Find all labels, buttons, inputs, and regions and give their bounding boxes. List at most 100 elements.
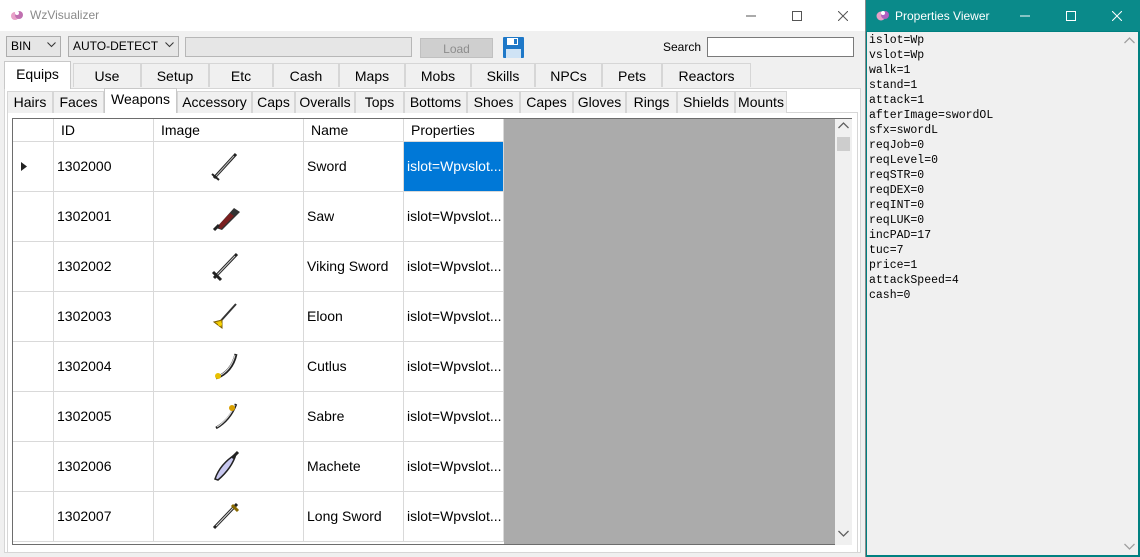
scrollbar-thumb[interactable] — [837, 137, 850, 151]
row-header[interactable] — [13, 342, 54, 392]
properties-scrollbar[interactable] — [1121, 32, 1138, 555]
tab-etc[interactable]: Etc — [209, 63, 273, 87]
cell-image[interactable] — [154, 392, 304, 442]
subtab-shields[interactable]: Shields — [677, 91, 735, 113]
cell-properties-text: islot=Wpvslot... — [407, 158, 502, 174]
tab-reactors[interactable]: Reactors — [662, 63, 751, 87]
cell-name[interactable]: Saw — [304, 192, 404, 242]
property-line: attackSpeed=4 — [869, 274, 959, 287]
cell-id[interactable]: 1302003 — [54, 292, 154, 342]
tab-maps[interactable]: Maps — [339, 63, 405, 87]
tab-npcs[interactable]: NPCs — [535, 63, 602, 87]
tab-cash[interactable]: Cash — [273, 63, 339, 87]
subtab-capes[interactable]: Capes — [520, 91, 573, 113]
table-row[interactable]: 1302004 Cutlus islot=Wpvslot... — [13, 342, 504, 392]
cell-id[interactable]: 1302002 — [54, 242, 154, 292]
table-row[interactable]: 1302000 Sword islot=Wpvslot... — [13, 142, 504, 192]
scroll-down-icon[interactable] — [1124, 543, 1135, 550]
row-header[interactable] — [13, 242, 54, 292]
table-row[interactable]: 1302001 Saw islot=Wpvslot... — [13, 192, 504, 242]
cell-image[interactable] — [154, 492, 304, 542]
scroll-down-icon[interactable] — [838, 530, 849, 537]
tab-skills[interactable]: Skills — [471, 63, 535, 87]
cell-image[interactable] — [154, 292, 304, 342]
cell-properties[interactable]: islot=Wpvslot... — [404, 492, 504, 542]
subtab-bottoms[interactable]: Bottoms — [404, 91, 467, 113]
cell-properties[interactable]: islot=Wpvslot... — [404, 342, 504, 392]
cell-id[interactable]: 1302006 — [54, 442, 154, 492]
cell-name[interactable]: Long Sword — [304, 492, 404, 542]
row-header[interactable] — [13, 492, 54, 542]
subtab-faces[interactable]: Faces — [53, 91, 104, 113]
scroll-up-icon[interactable] — [1124, 37, 1135, 44]
maximize-button[interactable] — [774, 0, 820, 31]
row-header[interactable] — [13, 192, 54, 242]
subtab-tops[interactable]: Tops — [355, 91, 404, 113]
cell-name[interactable]: Sword — [304, 142, 404, 192]
tab-mobs[interactable]: Mobs — [405, 63, 471, 87]
minimize-button[interactable] — [728, 0, 774, 31]
table-row[interactable]: 1302006 Machete islot=Wpvslot... — [13, 442, 504, 492]
close-button[interactable] — [820, 0, 865, 31]
properties-minimize-button[interactable] — [1002, 0, 1048, 31]
row-header[interactable] — [13, 392, 54, 442]
load-button[interactable]: Load — [420, 38, 493, 58]
tab-pets[interactable]: Pets — [602, 63, 662, 87]
subtab-shoes[interactable]: Shoes — [467, 91, 520, 113]
row-header[interactable] — [13, 442, 54, 492]
table-row[interactable]: 1302002 Viking Sword islot=Wpvslot... — [13, 242, 504, 292]
table-row[interactable]: 1302005 Sabre islot=Wpvslot... — [13, 392, 504, 442]
properties-close-button[interactable] — [1094, 0, 1140, 31]
cell-properties[interactable]: islot=Wpvslot... — [404, 392, 504, 442]
cell-image[interactable] — [154, 142, 304, 192]
version-select[interactable]: AUTO-DETECT — [68, 36, 179, 57]
tab-setup[interactable]: Setup — [141, 63, 209, 87]
cell-name[interactable]: Viking Sword — [304, 242, 404, 292]
cell-name[interactable]: Cutlus — [304, 342, 404, 392]
scroll-up-icon[interactable] — [838, 122, 849, 129]
cell-name[interactable]: Eloon — [304, 292, 404, 342]
cell-id[interactable]: 1302007 — [54, 492, 154, 542]
cell-properties[interactable]: islot=Wpvslot... — [404, 292, 504, 342]
cell-name[interactable]: Sabre — [304, 392, 404, 442]
cell-image[interactable] — [154, 442, 304, 492]
subtab-gloves[interactable]: Gloves — [573, 91, 626, 113]
cell-id[interactable]: 1302004 — [54, 342, 154, 392]
subtab-rings[interactable]: Rings — [626, 91, 677, 113]
column-header-id[interactable]: ID — [54, 119, 154, 142]
grid-scrollbar[interactable] — [835, 119, 852, 545]
cell-image[interactable] — [154, 192, 304, 242]
table-row[interactable]: 1302003 Eloon islot=Wpvslot... — [13, 292, 504, 342]
subtab-overalls[interactable]: Overalls — [295, 91, 355, 113]
subtab-weapons[interactable]: Weapons — [104, 88, 177, 113]
floppy-disk-icon[interactable] — [502, 36, 525, 59]
cell-properties[interactable]: islot=Wpvslot... — [404, 142, 504, 192]
cell-image[interactable] — [154, 342, 304, 392]
cell-properties[interactable]: islot=Wpvslot... — [404, 242, 504, 292]
cell-properties[interactable]: islot=Wpvslot... — [404, 442, 504, 492]
search-input[interactable] — [707, 37, 854, 57]
column-header-properties[interactable]: Properties — [404, 119, 504, 142]
cell-name[interactable]: Machete — [304, 442, 404, 492]
column-header-name[interactable]: Name — [304, 119, 404, 142]
properties-text-area[interactable]: islot=Wp vslot=Wp walk=1 stand=1 attack=1 aft… — [867, 32, 1138, 555]
cell-id[interactable]: 1302005 — [54, 392, 154, 442]
column-header-image[interactable]: Image — [154, 119, 304, 142]
cell-properties[interactable]: islot=Wpvslot... — [404, 192, 504, 242]
cell-id[interactable]: 1302001 — [54, 192, 154, 242]
cell-id[interactable]: 1302000 — [54, 142, 154, 192]
tab-equips[interactable]: Equips — [4, 61, 71, 89]
subtab-mounts[interactable]: Mounts — [735, 91, 787, 113]
property-line: incPAD=17 — [869, 229, 932, 242]
file-path-field[interactable] — [185, 37, 412, 57]
cell-image[interactable] — [154, 242, 304, 292]
table-row[interactable]: 1302007 Long Sword islot=Wpvslot... — [13, 492, 504, 542]
subtab-caps[interactable]: Caps — [252, 91, 295, 113]
subtab-accessory[interactable]: Accessory — [177, 91, 252, 113]
row-header[interactable] — [13, 292, 54, 342]
format-select[interactable]: BIN — [6, 36, 61, 57]
tab-use[interactable]: Use — [73, 63, 141, 87]
properties-maximize-button[interactable] — [1048, 0, 1094, 31]
row-header[interactable] — [13, 142, 54, 192]
subtab-hairs[interactable]: Hairs — [7, 91, 53, 113]
